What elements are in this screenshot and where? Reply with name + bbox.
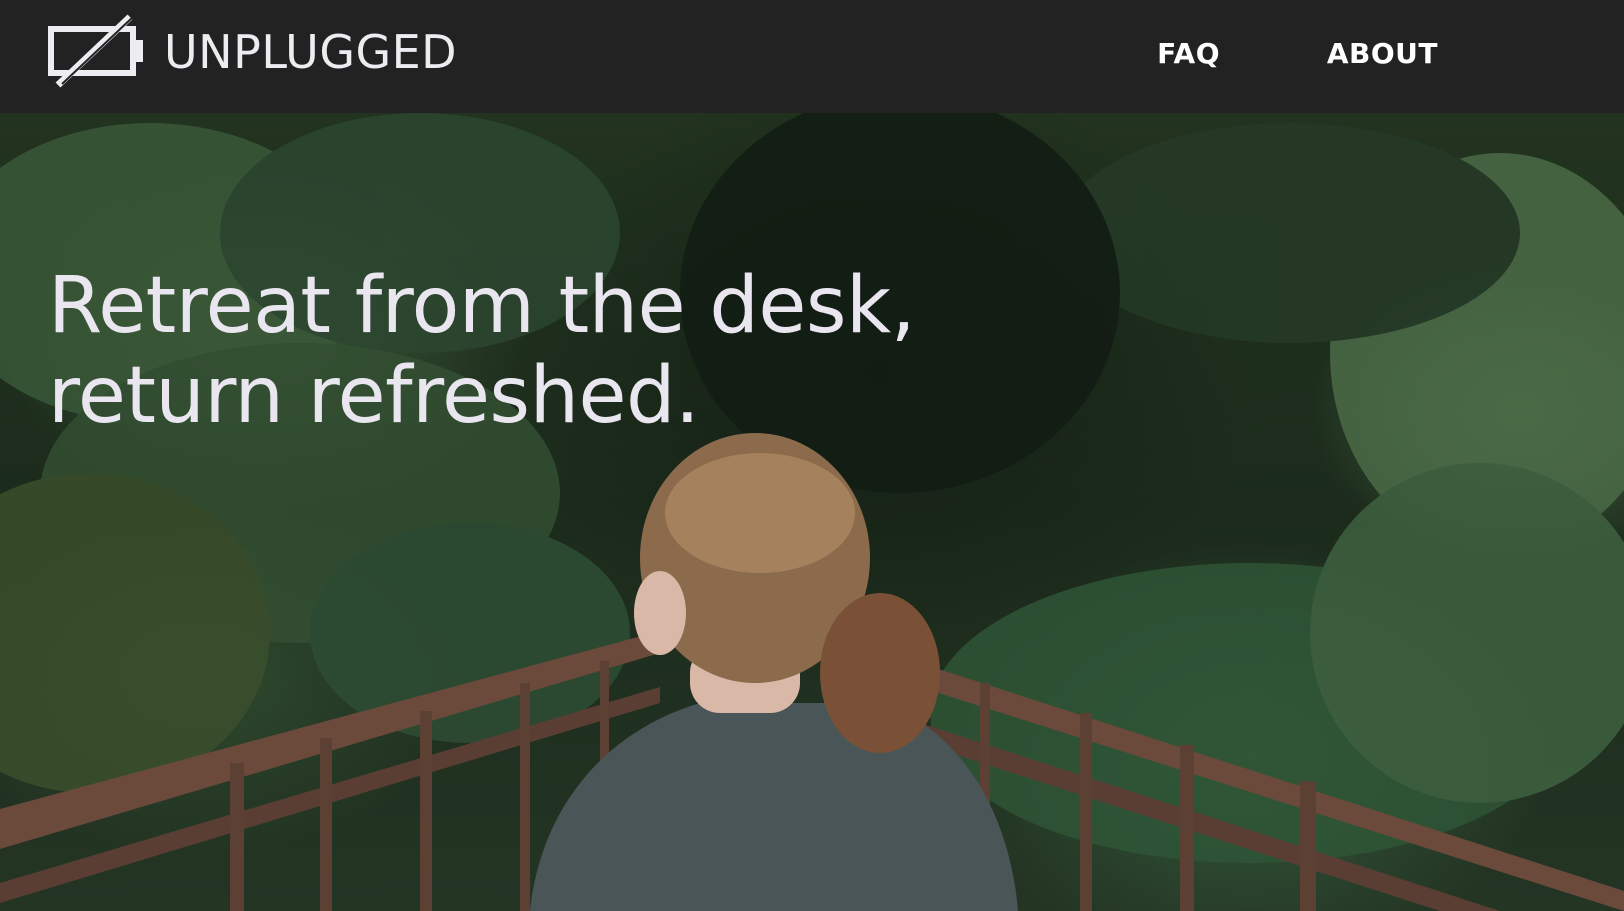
brand-logo-link[interactable]: UNPLUGGED (48, 14, 457, 90)
hero-background-photo (0, 113, 1624, 911)
hero-section: Retreat from the desk, return refreshed. (0, 113, 1624, 911)
hero-headline-line-2: return refreshed. (48, 351, 700, 441)
nav-link-faq[interactable]: FAQ (1157, 34, 1220, 74)
nav-link-about[interactable]: ABOUT (1327, 34, 1438, 74)
hero-headline: Retreat from the desk, return refreshed. (48, 261, 1148, 441)
top-navbar: UNPLUGGED FAQ ABOUT (0, 0, 1624, 113)
hero-headline-line-1: Retreat from the desk, (48, 261, 916, 351)
unplugged-battery-icon (48, 14, 143, 88)
brand-name: UNPLUGGED (164, 25, 458, 79)
